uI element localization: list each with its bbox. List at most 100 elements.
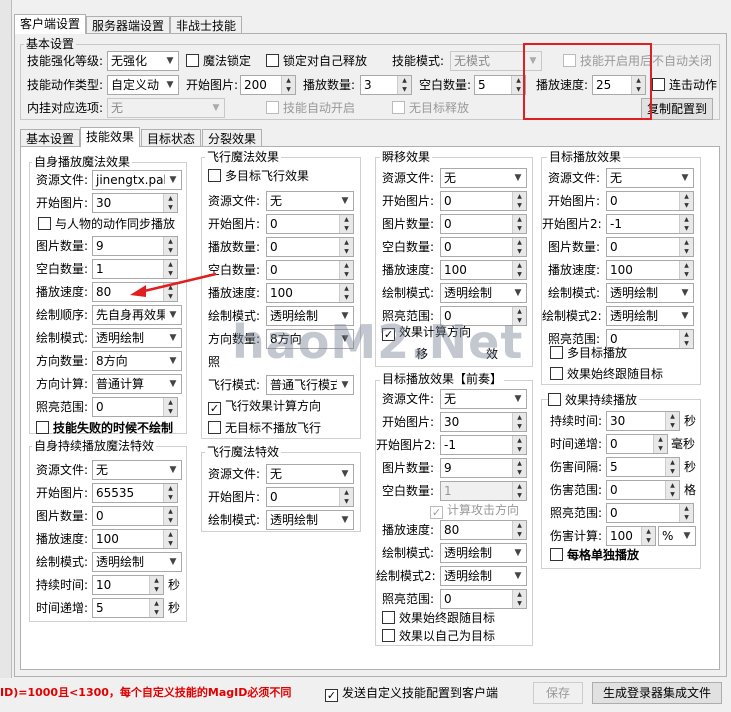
p-interval-spinner[interactable]: 5 ▲ ▼ [606,457,680,477]
p-dur-spinner[interactable]: 30 ▲ ▼ [606,411,680,431]
self-calc-select[interactable]: 普通计算 ▼ [92,374,182,394]
tpl-res-select[interactable]: 无 ▼ [606,168,694,188]
persist-count-spinner[interactable]: 0 ▲ ▼ [92,506,178,526]
persist-speed-value: 100 [96,532,119,546]
te-start2-spinner[interactable]: -1 ▲ ▼ [440,435,527,455]
tp-light-spinner[interactable]: 0 ▲ ▼ [440,306,527,326]
persist-start-spinner[interactable]: 65535 ▲ ▼ [92,483,178,503]
tpl-start-spinner[interactable]: 0 ▲ ▼ [606,191,694,211]
te-speed-spinner[interactable]: 80 ▲ ▼ [440,520,527,540]
tpl-count-spinner[interactable]: 0 ▲ ▼ [606,237,694,257]
no-target-release-checkbox[interactable]: 无目标释放 [392,100,469,116]
te-count-spinner[interactable]: 9 ▲ ▼ [440,458,527,478]
self-light-spinner[interactable]: 0 ▲ ▼ [92,397,178,417]
fly-res-select[interactable]: 无 ▼ [266,191,354,211]
self-order-select[interactable]: 先自身再效果 ▼ [92,305,182,325]
lock-self-checkbox[interactable]: 锁定对自己释放 [266,53,367,69]
te-calc-attack-checkbox[interactable]: ✓ 计算攻击方向 [430,502,519,519]
persist-res-select[interactable]: 无 ▼ [92,460,182,480]
enhance-level-select[interactable]: 无强化 ▼ [107,51,179,71]
te-self-target-checkbox[interactable]: 效果以自己为目标 [382,628,495,644]
self-res-select[interactable]: jinengtx.pak ▼ [92,170,182,190]
p-calc-unit-select[interactable]: % ▼ [658,526,696,546]
fly-mode2-label: 飞行模式: [208,378,261,392]
p-light-spinner[interactable]: 0 ▲ ▼ [606,503,694,523]
persist-dur-spinner[interactable]: 10 ▲ ▼ [92,575,164,595]
tp-calc-dir-checkbox[interactable]: ✓ 效果计算方向 [382,324,471,341]
tp-start-spinner[interactable]: 0 ▲ ▼ [440,191,527,211]
play-count-value: 3 [364,78,372,92]
fly-special-start-spinner[interactable]: 0 ▲ ▼ [266,487,354,507]
subtab-basic[interactable]: 基本设置 [20,129,81,147]
fly-mode-select[interactable]: 透明绘制 ▼ [266,306,354,326]
combo-action-checkbox[interactable]: 连击动作 [652,77,717,93]
fail-nodraw-checkbox[interactable]: 技能失败的时候不绘制 [36,420,173,436]
subtab-skill-effect[interactable]: 技能效果 [80,127,141,147]
generate-file-button[interactable]: 生成登录器集成文件 [592,682,722,704]
p-range-spinner[interactable]: 0 ▲ ▼ [606,480,680,500]
self-sync-checkbox[interactable]: 与人物的动作同步播放 [38,216,175,232]
fly-special-mode-select[interactable]: 透明绘制 ▼ [266,510,354,530]
checkbox-box [266,54,279,67]
tp-blank-spinner[interactable]: 0 ▲ ▼ [440,237,527,257]
te-start-spinner[interactable]: 30 ▲ ▼ [440,412,527,432]
p-inc-spinner[interactable]: 0 ▲ ▼ [606,434,668,454]
te-follow-checkbox[interactable]: 效果始终跟随目标 [382,610,495,626]
persist-checkbox[interactable]: 效果持续播放 [548,392,640,408]
fly-mode2-select[interactable]: 普通飞行模式 ▼ [266,375,354,395]
tpl-speed-spinner[interactable]: 100 ▲ ▼ [606,260,694,280]
play-count-spinner[interactable]: 3 ▲ ▼ [360,75,412,95]
tp-speed-spinner[interactable]: 100 ▲ ▼ [440,260,527,280]
spinner-arrows-icon: ▲ ▼ [281,76,295,94]
self-mode-select[interactable]: 透明绘制 ▼ [92,328,182,348]
fly-mode-value: 透明绘制 [270,309,319,323]
te-light-spinner[interactable]: 0 ▲ ▼ [440,589,527,609]
tpl-mode2-select[interactable]: 透明绘制 ▼ [606,306,694,326]
self-start-spinner[interactable]: 30 ▲ ▼ [92,193,178,213]
tp-count-spinner[interactable]: 0 ▲ ▼ [440,214,527,234]
blank-count-spinner[interactable]: 5 ▲ ▼ [474,75,526,95]
window-left-edge [0,0,12,712]
fly-start-spinner[interactable]: 0 ▲ ▼ [266,214,354,234]
tp-res-select[interactable]: 无 ▼ [440,168,527,188]
tab-non-warrior-skills[interactable]: 非战士技能 [170,16,243,34]
te-blank-spinner[interactable]: 1 ▲ ▼ [440,481,527,501]
action-type-select[interactable]: 自定义动 ▼ [107,75,179,95]
persist-speed-spinner[interactable]: 100 ▲ ▼ [92,529,178,549]
tab-server-settings[interactable]: 服务器端设置 [86,16,171,34]
plugin-option-select[interactable]: 无 ▼ [107,98,225,118]
p-each-checkbox[interactable]: 每格单独播放 [550,547,639,563]
fly-count-spinner[interactable]: 0 ▲ ▼ [266,237,354,257]
magic-lock-checkbox[interactable]: 魔法锁定 [186,53,251,69]
spinner-arrows-icon: ▲ ▼ [679,192,693,210]
subtab-target-status[interactable]: 目标状态 [141,129,202,147]
tpl-mode-select[interactable]: 透明绘制 ▼ [606,283,694,303]
self-dir-select[interactable]: 8方向 ▼ [92,351,182,371]
p-calc-spinner[interactable]: 100 ▲ ▼ [606,526,656,546]
tab-client-settings[interactable]: 客户端设置 [14,14,87,34]
fly-multi-checkbox[interactable]: 多目标飞行效果 [208,168,309,184]
self-count-spinner[interactable]: 9 ▲ ▼ [92,236,178,256]
persist-mode-select[interactable]: 透明绘制 ▼ [92,552,182,572]
tp-mode-select[interactable]: 透明绘制 ▼ [440,283,527,303]
auto-on-checkbox[interactable]: 技能自动开启 [266,100,355,116]
tp-light-value: 0 [444,309,452,323]
save-button[interactable]: 保存 [533,682,583,704]
fly-blank-spinner[interactable]: 0 ▲ ▼ [266,260,354,280]
tpl-multi-checkbox[interactable]: 多目标播放 [550,345,627,361]
tpl-start2-spinner[interactable]: -1 ▲ ▼ [606,214,694,234]
fly-special-res-select[interactable]: 无 ▼ [266,464,354,484]
fly-speed-spinner[interactable]: 100 ▲ ▼ [266,283,354,303]
fly-no-target-checkbox[interactable]: 无目标不播放飞行 [208,420,321,436]
subtab-split-effect[interactable]: 分裂效果 [202,129,263,147]
fly-dir-select[interactable]: 8方向 ▼ [266,329,354,349]
te-mode-select[interactable]: 透明绘制 ▼ [440,543,527,563]
tpl-follow-checkbox[interactable]: 效果始终跟随目标 [550,366,663,382]
persist-inc-spinner[interactable]: 5 ▲ ▼ [92,598,164,618]
spinner-arrows-icon: ▲ ▼ [512,459,526,477]
te-res-select[interactable]: 无 ▼ [440,389,527,409]
te-mode2-select[interactable]: 透明绘制 ▼ [440,566,527,586]
send-config-checkbox[interactable]: ✓ 发送自定义技能配置到客户端 [325,685,498,702]
fly-calc-dir-checkbox[interactable]: ✓ 飞行效果计算方向 [208,398,321,415]
start-image-spinner[interactable]: 200 ▲ ▼ [240,75,296,95]
